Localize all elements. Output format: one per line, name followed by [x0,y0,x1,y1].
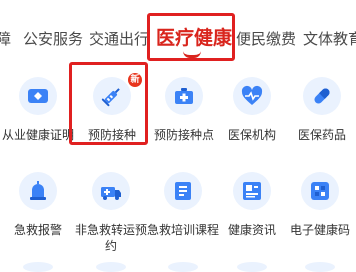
category-tab-bar: 障 公安服务 交通出行 医疗健康 便民缴费 文体教育 [0,0,356,58]
service-label: 预防接种点 [153,128,214,142]
tab-culture-education[interactable]: 文体教育 [303,29,356,49]
pill-icon [303,77,341,115]
partial-icon [305,262,335,272]
qr-code-icon [301,172,339,210]
service-label: 从业健康证明 [1,128,74,142]
service-label: 健康资讯 [227,223,276,237]
service-label: 急救报警 [13,223,62,237]
partial-icon [96,262,126,272]
service-label: 非急救转运预约 [74,223,147,253]
syringe-icon [93,77,131,115]
tab-partial[interactable]: 障 [0,29,11,49]
service-label: 预防接种 [87,128,136,142]
news-icon [233,172,271,210]
partial-icon [23,262,53,272]
service-label: 电子健康码 [289,223,350,237]
tab-public-security[interactable]: 公安服务 [23,29,83,49]
tab-medical-health[interactable]: 医疗健康 [156,27,232,49]
active-tab-indicator [183,51,201,58]
medical-kit-icon [165,77,203,115]
ambulance-icon [92,172,130,210]
id-card-icon [19,77,57,115]
tab-utility-payment[interactable]: 便民缴费 [236,29,296,49]
partial-icon [237,262,267,272]
siren-icon [19,172,57,210]
service-label: 急救培训课程 [146,223,219,237]
tab-transport[interactable]: 交通出行 [89,29,149,49]
book-icon [164,172,202,210]
heart-pulse-icon [233,77,271,115]
service-label: 医保机构 [227,128,276,142]
new-badge: 新 [128,73,142,87]
service-label: 医保药品 [297,128,346,142]
partial-icon [168,262,198,272]
